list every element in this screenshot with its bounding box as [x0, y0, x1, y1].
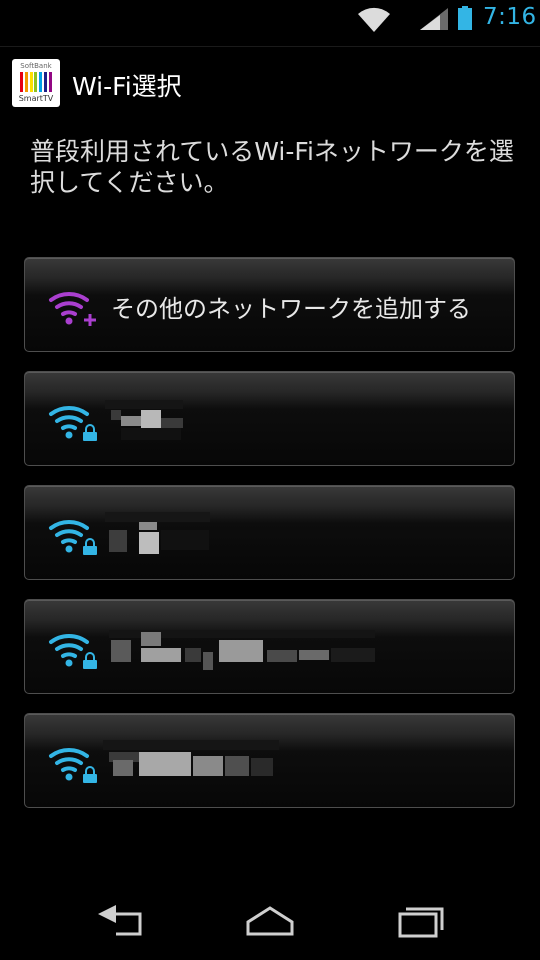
status-bar: 7:16	[0, 0, 540, 38]
home-icon[interactable]	[240, 902, 300, 940]
app-icon-label: SmartTV	[18, 94, 54, 103]
add-network-button[interactable]: その他のネットワークを追加する	[24, 257, 515, 352]
signal-strength-icon	[420, 8, 448, 30]
wifi-add-icon	[49, 292, 96, 326]
add-network-label: その他のネットワークを追加する	[111, 295, 471, 323]
instruction-text: 普段利用されているWi-Fiネットワークを選択してください。	[30, 137, 514, 197]
network-item[interactable]	[24, 599, 515, 694]
app-icon-bars	[20, 72, 52, 92]
network-name-redacted	[103, 738, 283, 786]
clock: 7:16	[483, 4, 537, 30]
wifi-lock-icon	[49, 520, 97, 555]
recent-apps-icon[interactable]	[392, 902, 452, 940]
network-item[interactable]	[24, 713, 515, 808]
wifi-status-icon	[358, 7, 390, 32]
network-name-redacted	[105, 396, 185, 444]
battery-icon	[458, 6, 472, 30]
network-name-redacted	[109, 624, 379, 672]
network-name-redacted	[105, 510, 215, 558]
wifi-lock-icon	[49, 406, 97, 441]
app-icon-brand: SoftBank	[20, 62, 52, 70]
back-icon[interactable]	[94, 902, 154, 940]
wifi-lock-icon	[49, 748, 97, 783]
network-item[interactable]	[24, 371, 515, 466]
navigation-bar	[0, 880, 540, 960]
wifi-lock-icon	[49, 634, 97, 669]
app-icon[interactable]: SoftBank SmartTV	[12, 59, 60, 107]
action-bar: SoftBank SmartTV Wi-Fi選択	[0, 46, 540, 119]
network-item[interactable]	[24, 485, 515, 580]
page-title: Wi-Fi選択	[72, 72, 182, 101]
